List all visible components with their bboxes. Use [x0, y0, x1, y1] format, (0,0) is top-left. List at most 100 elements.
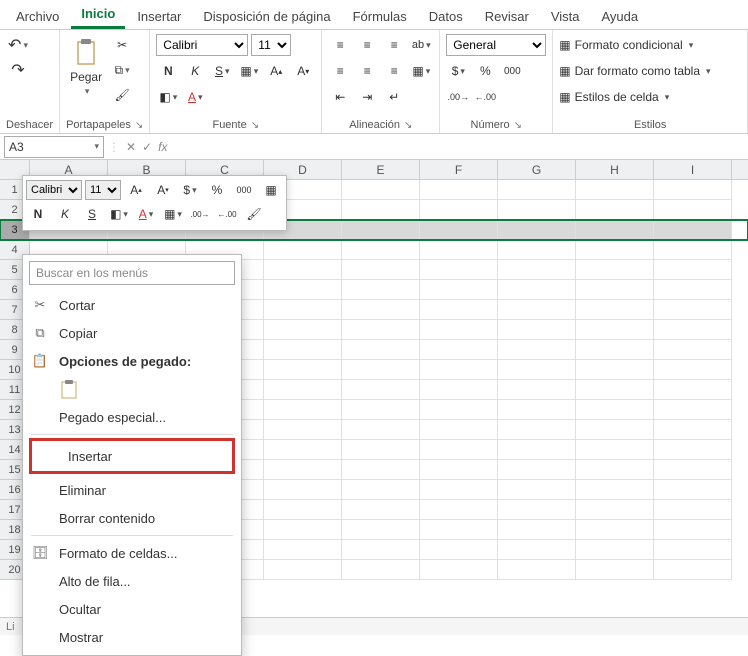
mini-fill-button[interactable]: ◧ — [107, 203, 131, 225]
cell[interactable] — [342, 440, 420, 460]
font-launcher[interactable]: ↘ — [251, 120, 259, 131]
cell[interactable] — [654, 360, 732, 380]
cell[interactable] — [576, 560, 654, 580]
menu-cut[interactable]: Cortar — [23, 291, 241, 319]
cell[interactable] — [420, 420, 498, 440]
cell[interactable] — [654, 340, 732, 360]
menu-paste-special[interactable]: Pegado especial... — [23, 403, 241, 431]
cell[interactable] — [342, 320, 420, 340]
tab-revisar[interactable]: Revisar — [475, 4, 539, 29]
cell[interactable] — [342, 540, 420, 560]
cell[interactable] — [420, 560, 498, 580]
cell[interactable] — [498, 520, 576, 540]
wrap-text-button[interactable]: ↵ — [382, 86, 406, 108]
cell[interactable] — [654, 240, 732, 260]
cell[interactable] — [264, 540, 342, 560]
mini-italic-button[interactable]: K — [53, 203, 77, 225]
cell[interactable] — [498, 480, 576, 500]
cancel-formula-button[interactable]: ✕ — [126, 140, 136, 154]
cell[interactable] — [654, 220, 732, 240]
cell[interactable] — [342, 500, 420, 520]
cell[interactable] — [342, 180, 420, 200]
cell[interactable] — [342, 380, 420, 400]
cell[interactable] — [576, 500, 654, 520]
cell[interactable] — [264, 420, 342, 440]
cell[interactable] — [576, 240, 654, 260]
cell[interactable] — [420, 400, 498, 420]
decrease-font-button[interactable]: A▾ — [291, 60, 315, 82]
cell[interactable] — [498, 300, 576, 320]
mini-comma-button[interactable]: 000 — [232, 179, 256, 201]
cell[interactable] — [498, 560, 576, 580]
align-center-button[interactable]: ≡ — [355, 60, 379, 82]
menu-search-input[interactable]: Buscar en los menús — [29, 261, 235, 285]
cell[interactable] — [342, 200, 420, 220]
mini-dec-decimal-button[interactable]: ←.00 — [215, 203, 239, 225]
menu-hide[interactable]: Ocultar — [23, 595, 241, 623]
mini-format-painter-button[interactable] — [242, 203, 266, 225]
menu-clear[interactable]: Borrar contenido — [23, 504, 241, 532]
cell[interactable] — [264, 340, 342, 360]
cell[interactable] — [264, 560, 342, 580]
cell[interactable] — [654, 380, 732, 400]
name-box[interactable]: A3 ▾ — [4, 136, 104, 158]
cell[interactable] — [576, 260, 654, 280]
cell[interactable] — [654, 500, 732, 520]
menu-unhide[interactable]: Mostrar — [23, 623, 241, 651]
align-left-button[interactable]: ≡ — [328, 60, 352, 82]
cell[interactable] — [654, 320, 732, 340]
cell[interactable] — [264, 520, 342, 540]
cell[interactable] — [654, 440, 732, 460]
cell[interactable] — [576, 520, 654, 540]
redo-button[interactable] — [6, 59, 30, 81]
cell[interactable] — [264, 240, 342, 260]
cell[interactable] — [498, 440, 576, 460]
cell[interactable] — [654, 200, 732, 220]
mini-borders-button[interactable]: ▦ — [161, 203, 185, 225]
cell[interactable] — [264, 460, 342, 480]
mini-cond-format-button[interactable]: ▦ — [259, 179, 283, 201]
cell[interactable] — [420, 340, 498, 360]
currency-button[interactable]: $ — [446, 60, 470, 82]
cell[interactable] — [498, 360, 576, 380]
cell[interactable] — [654, 280, 732, 300]
format-painter-button[interactable] — [110, 84, 134, 106]
cell[interactable] — [264, 320, 342, 340]
cell[interactable] — [342, 220, 420, 240]
col-header[interactable]: G — [498, 160, 576, 179]
tab-vista[interactable]: Vista — [541, 4, 590, 29]
orientation-button[interactable]: ab — [409, 34, 433, 56]
cell[interactable] — [576, 360, 654, 380]
cell[interactable] — [264, 500, 342, 520]
cell[interactable] — [264, 400, 342, 420]
cell[interactable] — [342, 260, 420, 280]
increase-font-button[interactable]: A▴ — [264, 60, 288, 82]
cell[interactable] — [498, 500, 576, 520]
cell[interactable] — [420, 220, 498, 240]
number-launcher[interactable]: ↘ — [514, 120, 522, 131]
increase-indent-button[interactable]: ⇥ — [355, 86, 379, 108]
decrease-indent-button[interactable]: ⇤ — [328, 86, 352, 108]
mini-size-select[interactable]: 11 — [85, 180, 121, 200]
copy-button[interactable]: ▾ — [110, 59, 134, 81]
cell[interactable] — [420, 480, 498, 500]
cell[interactable] — [576, 540, 654, 560]
fx-icon[interactable]: fx — [158, 140, 167, 154]
bold-button[interactable]: N — [156, 60, 180, 82]
menu-insert[interactable]: Insertar — [32, 441, 232, 471]
cell[interactable] — [342, 300, 420, 320]
italic-button[interactable]: K — [183, 60, 207, 82]
cell[interactable] — [264, 360, 342, 380]
menu-delete[interactable]: Eliminar — [23, 476, 241, 504]
cell[interactable] — [576, 180, 654, 200]
tab-insertar[interactable]: Insertar — [127, 4, 191, 29]
col-header[interactable]: I — [654, 160, 732, 179]
menu-format-cells[interactable]: 🗄Formato de celdas... — [23, 539, 241, 567]
mini-decrease-font[interactable]: A▾ — [151, 179, 175, 201]
cell[interactable] — [498, 400, 576, 420]
mini-underline-button[interactable]: S — [80, 203, 104, 225]
cell[interactable] — [342, 280, 420, 300]
conditional-format-button[interactable]: ▦Formato condicional — [559, 34, 693, 56]
align-top-button[interactable]: ≡ — [328, 34, 352, 56]
cell[interactable] — [654, 480, 732, 500]
